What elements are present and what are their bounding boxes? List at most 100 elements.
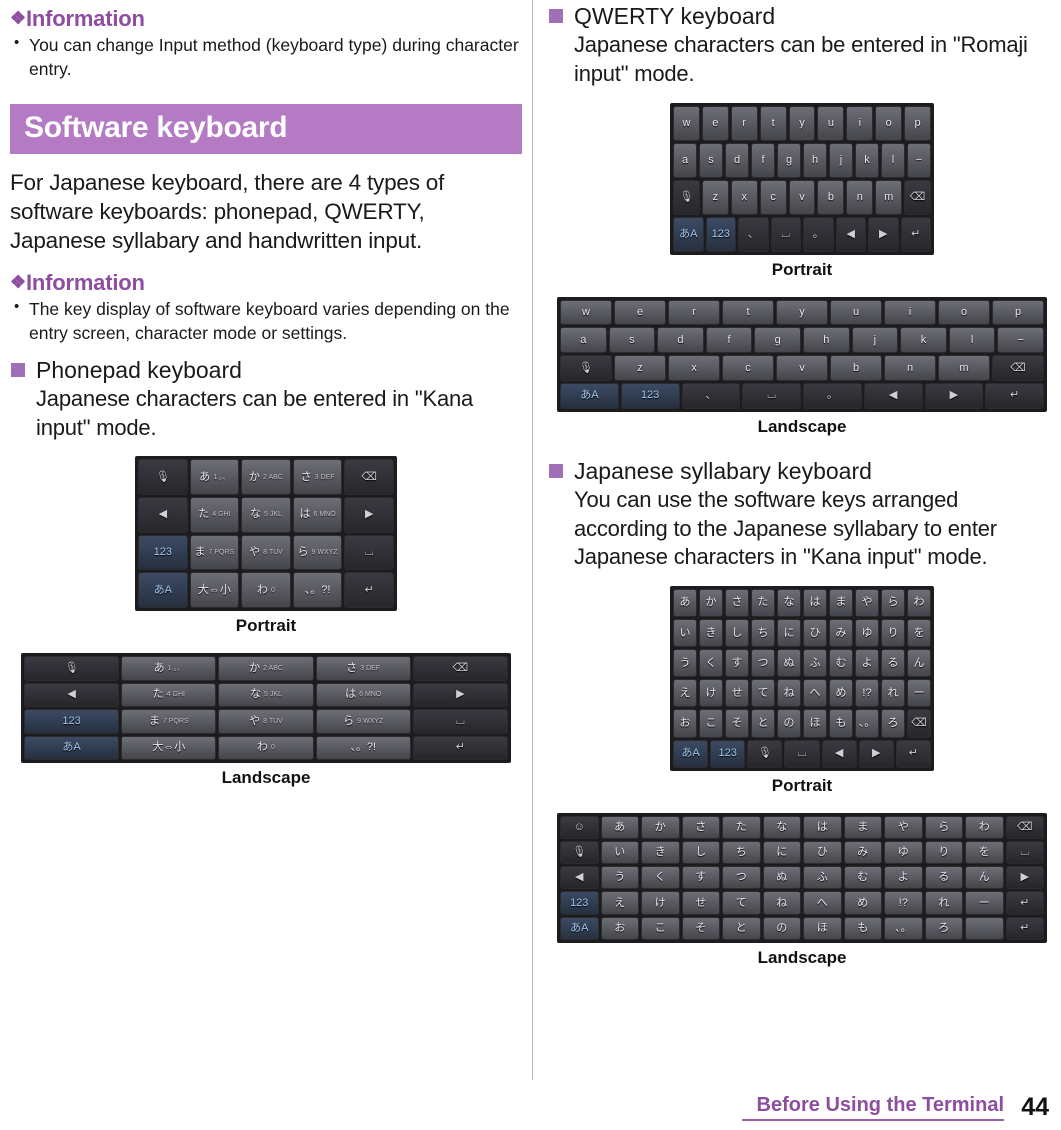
keyboard-key: − [907, 142, 931, 178]
keyboard-key: ↵ [1005, 891, 1044, 915]
keyboard-key: せ [681, 891, 720, 915]
keyboard-key: ◀ [863, 382, 923, 409]
keyboard-key: や [855, 588, 879, 617]
keyboard-key: z [614, 355, 666, 381]
keyboard-key: ⌫ [344, 459, 394, 495]
keyboard-key: c [759, 179, 787, 215]
keyboard-key: t [759, 105, 787, 141]
keyboard-key: c [722, 355, 774, 381]
keyboard-key: は6 MNO [292, 496, 343, 533]
keyboard-key: v [776, 355, 828, 381]
keyboard-key: た [722, 815, 761, 840]
keyboard-key: ん [907, 649, 931, 678]
keyboard-key: 、。?! [292, 572, 343, 609]
keyboard-key: 🎙 [747, 739, 783, 768]
keyboard-key: て [722, 891, 761, 915]
square-bullet-icon [11, 362, 25, 377]
keyboard-key: ね [777, 679, 801, 708]
keyboard-key: p [904, 105, 932, 141]
keyboard-key: す [681, 866, 720, 890]
keyboard-key: か2 ABC [241, 459, 291, 495]
keyboard-key: て [751, 679, 775, 708]
keyboard-key: よ [884, 866, 923, 890]
keyboard-key: ◀ [560, 866, 599, 890]
keyboard-key: ◀ [138, 496, 188, 533]
subsection-syllabary-title: Japanese syllabary keyboard [574, 457, 872, 484]
keyboard-row: おこそとのほも、。ろ ⌫ [672, 708, 932, 738]
keyboard-key: s [699, 142, 723, 178]
keyboard-key: し [681, 841, 720, 865]
keyboard-key: り [881, 619, 905, 648]
keyboard-row: wertyuiop [559, 299, 1045, 327]
keyboard-key: h [803, 142, 827, 178]
qwerty-landscape-keyboard-image: w e r t y u i o p a s d f g h j k l − 🎙 z x c v b n m ⌫ あA 123、 ⌴。 ◀ ▶ ↵ [557, 296, 1047, 412]
keyboard-key: わ [907, 588, 931, 617]
information-heading-2-text: Information [25, 269, 145, 295]
keyboard-key: さ3 DEF [292, 459, 343, 495]
keyboard-key: ⌫ [904, 179, 932, 215]
keyboard-key: x [730, 179, 758, 215]
square-bullet-icon [549, 9, 563, 23]
keyboard-key: g [777, 142, 801, 178]
keyboard-key: い [600, 841, 639, 865]
keyboard-key: あ [600, 815, 639, 840]
keyboard-key: け [699, 679, 723, 708]
keyboard-key: ー [965, 891, 1004, 915]
keyboard-key: か2 ABC [218, 656, 314, 681]
keyboard-key: 。 [803, 382, 862, 409]
keyboard-key: 123 [705, 216, 736, 252]
diamond-icon: ❖ [10, 8, 26, 28]
keyboard-key: d [725, 142, 749, 178]
keyboard-row: ◀ た 4 GHI な 5 JKL は 6 MNO ▶ [23, 682, 509, 709]
keyboard-key: y [788, 105, 816, 141]
keyboard-key: a [560, 327, 607, 354]
keyboard-key: 123 [138, 534, 188, 571]
caption-phonepad-portrait: Portrait [235, 616, 297, 636]
keyboard-key: ま7 PQRS [121, 709, 217, 734]
keyboard-key: b [817, 179, 845, 215]
keyboard-row: 🎙 いきしちにひみゆりを ⌴ [559, 840, 1045, 865]
keyboard-key: を [907, 619, 931, 648]
information-heading-2: ❖Information [10, 270, 522, 295]
keyboard-key: る [924, 866, 963, 890]
keyboard-row: あA 大⇔小わ 0、。?! ↵ [137, 571, 395, 609]
keyboard-key: た4 GHI [121, 682, 217, 708]
keyboard-key: 123 [560, 891, 599, 915]
keyboard-row: 🎙 z x c v b n m ⌫ [672, 179, 932, 216]
keyboard-key: い [673, 619, 697, 648]
keyboard-row: えけせてねへめ!? れー [672, 678, 932, 708]
keyboard-key: さ [725, 588, 749, 617]
keyboard-key: ↵ [412, 735, 509, 761]
keyboard-key: ⌫ [412, 656, 509, 681]
keyboard-key: ▶ [412, 682, 509, 708]
keyboard-key: か [641, 815, 680, 840]
keyboard-key: u [817, 105, 845, 141]
keyboard-key: な5 JKL [218, 682, 314, 708]
keyboard-key: 、。 [855, 709, 879, 738]
keyboard-key: つ [722, 866, 761, 890]
keyboard-key: な5 JKL [241, 496, 291, 533]
keyboard-row: あかさたなはまやらわ [672, 588, 932, 618]
keyboard-key: か [699, 588, 723, 617]
keyboard-row: あA 123 🎙 ⌴ ◀ ▶ ↵ [672, 739, 932, 769]
keyboard-key: ↵ [985, 382, 1044, 409]
keyboard-key: ⌴ [344, 534, 394, 571]
keyboard-key: m [938, 355, 990, 381]
list-item: You can change Input method (keyboard ty… [10, 33, 522, 82]
keyboard-row: a s d f g h j k l − [559, 326, 1045, 354]
keyboard-key: h [802, 327, 850, 354]
keyboard-key: れ [924, 891, 963, 915]
subsection-qwerty-body: Japanese characters can be entered in "R… [574, 32, 1028, 87]
keyboard-key: x [668, 355, 720, 381]
keyboard-key: ⌴ [770, 216, 801, 252]
keyboard-key: そ [681, 916, 720, 940]
keyboard-key: え [600, 891, 639, 915]
keyboard-key: ☺ [560, 815, 599, 840]
information-block-1: ❖Information You can change Input method… [10, 6, 522, 82]
subsection-qwerty: QWERTY keyboard [548, 2, 1056, 31]
keyboard-key: w [560, 299, 612, 326]
keyboard-key: れ [881, 679, 905, 708]
keyboard-key: p [992, 299, 1044, 326]
keyboard-key: i [884, 299, 936, 326]
keyboard-key: ▶ [344, 496, 394, 533]
